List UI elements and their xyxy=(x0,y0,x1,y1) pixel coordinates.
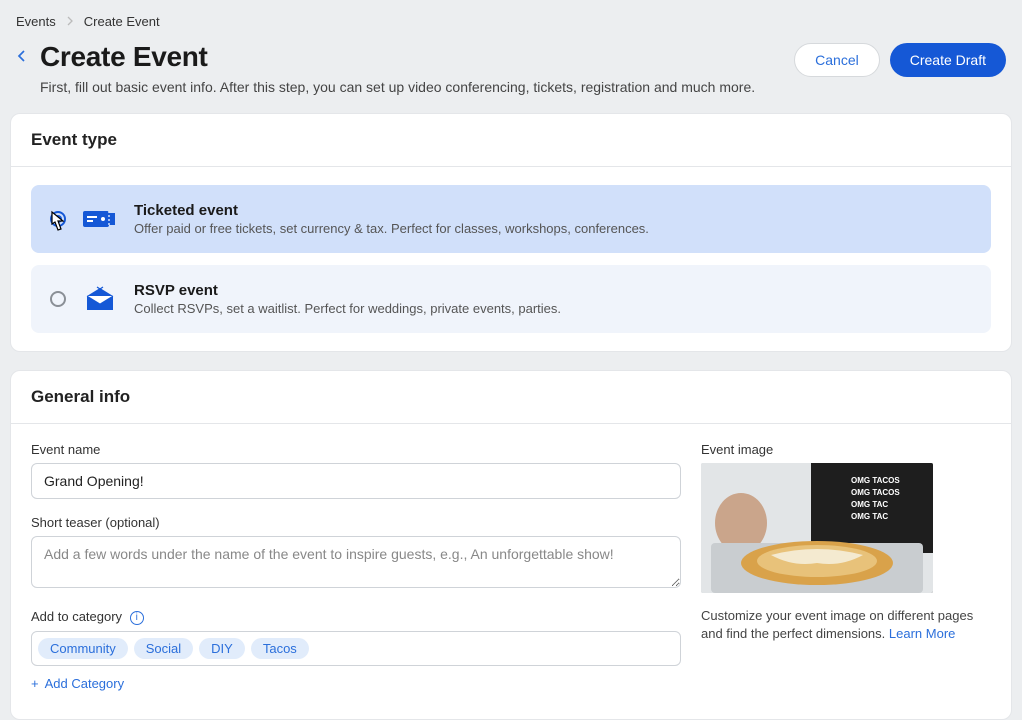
event-image-preview[interactable]: OMG TACOS OMG TACOS OMG TAC OMG TAC xyxy=(701,463,933,593)
teaser-label: Short teaser (optional) xyxy=(31,515,681,530)
event-name-label: Event name xyxy=(31,442,681,457)
radio-selected-icon[interactable] xyxy=(50,211,66,227)
category-chip[interactable]: Social xyxy=(134,638,193,659)
cancel-button[interactable]: Cancel xyxy=(794,43,880,77)
category-input[interactable]: Community Social DIY Tacos xyxy=(31,631,681,666)
event-image-label: Event image xyxy=(701,442,991,457)
image-hint-text: Customize your event image on different … xyxy=(701,607,991,643)
breadcrumb-root[interactable]: Events xyxy=(16,14,56,29)
create-draft-button[interactable]: Create Draft xyxy=(890,43,1006,77)
event-type-heading: Event type xyxy=(11,114,1011,167)
category-chip[interactable]: DIY xyxy=(199,638,245,659)
category-chip[interactable]: Tacos xyxy=(251,638,309,659)
rsvp-desc: Collect RSVPs, set a waitlist. Perfect f… xyxy=(134,301,972,316)
add-category-button[interactable]: + Add Category xyxy=(31,676,124,691)
envelope-icon xyxy=(82,286,118,312)
event-type-card: Event type Ticketed event Offer paid or … xyxy=(10,113,1012,352)
learn-more-link[interactable]: Learn More xyxy=(889,626,955,641)
option-rsvp-event[interactable]: RSVP event Collect RSVPs, set a waitlist… xyxy=(31,265,991,333)
svg-text:OMG TACOS: OMG TACOS xyxy=(851,488,900,497)
option-ticketed-event[interactable]: Ticketed event Offer paid or free ticket… xyxy=(31,185,991,253)
general-info-card: General info Event name Short teaser (op… xyxy=(10,370,1012,720)
breadcrumb-current: Create Event xyxy=(84,14,160,29)
svg-text:OMG TAC: OMG TAC xyxy=(851,500,888,509)
info-icon[interactable]: i xyxy=(130,611,144,625)
svg-text:OMG TAC: OMG TAC xyxy=(851,512,888,521)
category-chip[interactable]: Community xyxy=(38,638,128,659)
page-title: Create Event xyxy=(40,41,755,73)
category-label: Add to category i xyxy=(31,609,681,625)
rsvp-title: RSVP event xyxy=(134,282,972,299)
event-name-input[interactable] xyxy=(31,463,681,499)
teaser-textarea[interactable] xyxy=(31,536,681,588)
radio-unselected-icon[interactable] xyxy=(50,291,66,307)
general-info-heading: General info xyxy=(11,371,1011,424)
plus-icon: + xyxy=(31,676,39,691)
breadcrumb: Events Create Event xyxy=(0,0,1022,41)
ticketed-desc: Offer paid or free tickets, set currency… xyxy=(134,221,972,236)
back-chevron-icon[interactable] xyxy=(12,41,32,68)
ticketed-title: Ticketed event xyxy=(134,202,972,219)
ticket-icon xyxy=(82,208,118,230)
page-subtitle: First, fill out basic event info. After … xyxy=(40,79,755,95)
svg-text:OMG TACOS: OMG TACOS xyxy=(851,476,900,485)
chevron-right-icon xyxy=(66,14,74,29)
